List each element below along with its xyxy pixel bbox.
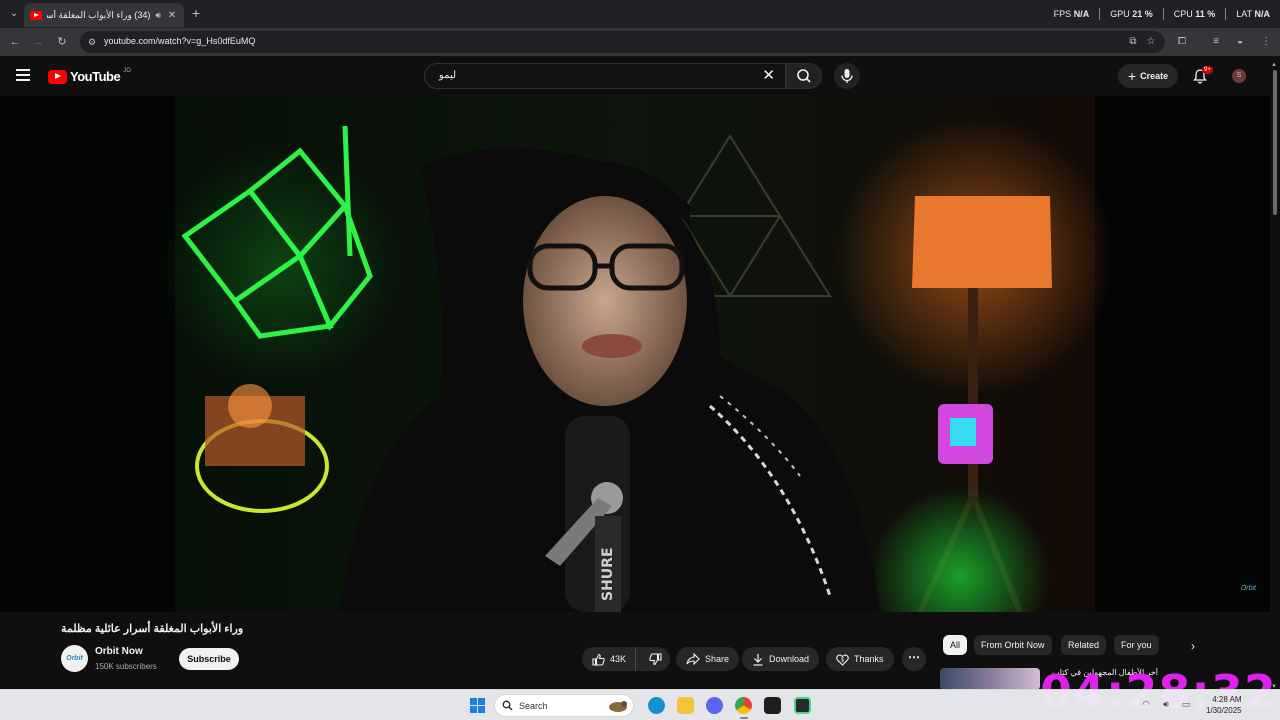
mic-brand-text: SHURE: [600, 547, 616, 601]
microphone-icon: [841, 69, 853, 83]
chevron-right-icon[interactable]: ›: [1184, 637, 1202, 655]
browser-tab-youtube[interactable]: (34) وراء الأبواب المغلقة أسرار عائلية 🔊…: [24, 3, 184, 27]
like-count: 43K: [610, 654, 627, 664]
like-button[interactable]: 43K: [582, 647, 637, 671]
subscriber-count: 150K subscribers: [95, 662, 157, 671]
subscribe-button[interactable]: Subscribe: [179, 648, 239, 670]
media-controls-icon[interactable]: ≡: [1208, 34, 1224, 50]
tab-search-chevron-icon[interactable]: ⌄: [6, 6, 22, 22]
terminal-icon[interactable]: [764, 697, 781, 714]
country-code: JO: [123, 67, 131, 74]
chip-related[interactable]: Related: [1061, 635, 1107, 655]
dislike-button[interactable]: [641, 652, 670, 666]
channel-watermark[interactable]: Orbit: [1241, 585, 1256, 592]
new-tab-plus-icon[interactable]: +: [188, 5, 204, 21]
youtube-icon: [30, 10, 42, 20]
performance-overlay: FPS N/A GPU 21 % CPU 11 % LAT N/A: [1054, 0, 1270, 28]
like-dislike-group: 43K: [582, 647, 670, 671]
forward-arrow-icon[interactable]: →: [30, 34, 46, 50]
extensions-puzzle-icon[interactable]: ⧠: [1174, 34, 1190, 50]
site-info-icon[interactable]: ⚙︎: [86, 36, 98, 48]
youtube-logo[interactable]: YouTube JO: [48, 67, 131, 84]
chip-all[interactable]: All: [943, 635, 968, 655]
video-player[interactable]: SHURE Orbit: [0, 96, 1270, 612]
guide-menu-icon[interactable]: [16, 69, 30, 81]
search-button[interactable]: [786, 63, 822, 89]
notifications-badge: 9+: [1202, 66, 1213, 74]
windows-taskbar: Search ◠ 🔊︎ ▭ 4:28 AM 1/30/2025: [0, 689, 1280, 720]
thumbs-down-icon: [649, 652, 662, 665]
download-button[interactable]: Download: [742, 647, 820, 671]
cpu-readout: CPU 11 %: [1173, 9, 1216, 19]
speaker-icon[interactable]: 🔊︎: [155, 10, 161, 21]
edge-browser-icon[interactable]: [648, 697, 665, 714]
video-frame: SHURE: [0, 96, 1270, 612]
fps-readout: FPS N/A: [1053, 9, 1090, 19]
svg-text:$: $: [841, 656, 845, 663]
bookmark-star-icon[interactable]: ☆: [1145, 36, 1157, 48]
chip-from-orbit-now[interactable]: From Orbit Now: [974, 635, 1052, 655]
active-app-indicator: [740, 717, 748, 719]
share-arrow-icon: [686, 653, 700, 665]
system-tray: ◠ 🔊︎ ▭: [1140, 698, 1192, 710]
plus-icon: +: [1127, 68, 1137, 84]
recommendation-thumbnail[interactable]: [940, 668, 1040, 690]
youtube-play-icon: [48, 69, 67, 84]
gpu-readout: GPU 21 %: [1110, 9, 1153, 19]
discord-icon[interactable]: [706, 697, 723, 714]
thumbs-up-icon: [592, 653, 605, 666]
chrome-icon[interactable]: [735, 697, 752, 714]
tab-title: (34) وراء الأبواب المغلقة أسرار عائلية: [47, 9, 151, 20]
windows-start-icon[interactable]: [470, 698, 485, 713]
search-query-text: ليمو: [439, 70, 457, 81]
clock-date: 1/30/2025: [1206, 706, 1242, 715]
install-app-icon[interactable]: ⧉: [1127, 36, 1139, 48]
reload-icon[interactable]: ↻: [54, 34, 70, 50]
share-label: Share: [705, 654, 730, 664]
wifi-icon[interactable]: ◠: [1140, 698, 1152, 710]
url-text[interactable]: youtube.com/watch?v=g_Hs0dfEuMQ: [104, 36, 255, 46]
volume-icon[interactable]: 🔊︎: [1160, 698, 1172, 710]
chip-for-you[interactable]: For you: [1114, 635, 1159, 655]
android-app-icon[interactable]: [794, 697, 811, 714]
profile-icon[interactable]: ◒: [1232, 34, 1248, 50]
channel-name[interactable]: Orbit Now: [95, 646, 143, 657]
share-button[interactable]: Share: [676, 647, 740, 671]
file-explorer-icon[interactable]: [677, 697, 694, 714]
search-icon: [502, 700, 513, 711]
search-highlight-icon: [609, 701, 627, 712]
taskbar-search-placeholder: Search: [519, 701, 548, 711]
search-input[interactable]: ليمو ✕: [424, 63, 786, 89]
thanks-label: Thanks: [854, 654, 884, 664]
more-horizontal-icon[interactable]: ⋯: [902, 647, 926, 671]
back-arrow-icon[interactable]: ←: [7, 34, 23, 50]
download-icon: [753, 653, 763, 666]
create-button[interactable]: + Create: [1118, 64, 1178, 88]
create-label: Create: [1140, 71, 1169, 81]
youtube-masthead: YouTube JO ليمو ✕ + Create 9+ S: [0, 56, 1280, 96]
clear-search-icon[interactable]: ✕: [762, 67, 775, 85]
account-avatar[interactable]: S: [1232, 69, 1246, 83]
browser-menu-icon[interactable]: ⋮: [1258, 34, 1274, 50]
browser-toolbar: ← → ↻ ⚙︎ youtube.com/watch?v=g_Hs0dfEuMQ…: [0, 28, 1280, 56]
taskbar-search-box[interactable]: Search: [494, 694, 634, 717]
close-tab-icon[interactable]: ✕: [166, 10, 178, 21]
channel-avatar[interactable]: Orbit: [61, 645, 88, 672]
battery-icon[interactable]: ▭: [1180, 698, 1192, 710]
video-title: وراء الأبواب المغلقة أسرار عائلية مظلمة: [61, 623, 244, 635]
scrollbar-thumb[interactable]: [1273, 70, 1277, 215]
download-label: Download: [769, 654, 810, 664]
thanks-button[interactable]: $ Thanks: [826, 647, 894, 671]
page-scrollbar[interactable]: ▲ ▼: [1270, 60, 1280, 690]
search-icon: [797, 69, 811, 83]
voice-search-button[interactable]: [834, 63, 860, 89]
browser-tab-strip: ⌄ (34) وراء الأبواب المغلقة أسرار عائلية…: [0, 0, 1280, 28]
thanks-heart-dollar-icon: $: [836, 654, 849, 666]
clock-time: 4:28 AM: [1212, 695, 1242, 704]
scroll-up-arrow-icon[interactable]: ▲: [1271, 62, 1277, 68]
latency-readout: LAT N/A: [1236, 9, 1270, 19]
address-bar[interactable]: ⚙︎ youtube.com/watch?v=g_Hs0dfEuMQ ⧉ ☆: [80, 31, 1165, 53]
youtube-wordmark: YouTube: [70, 69, 121, 84]
taskbar-clock[interactable]: 4:28 AM 1/30/2025: [1206, 694, 1242, 716]
